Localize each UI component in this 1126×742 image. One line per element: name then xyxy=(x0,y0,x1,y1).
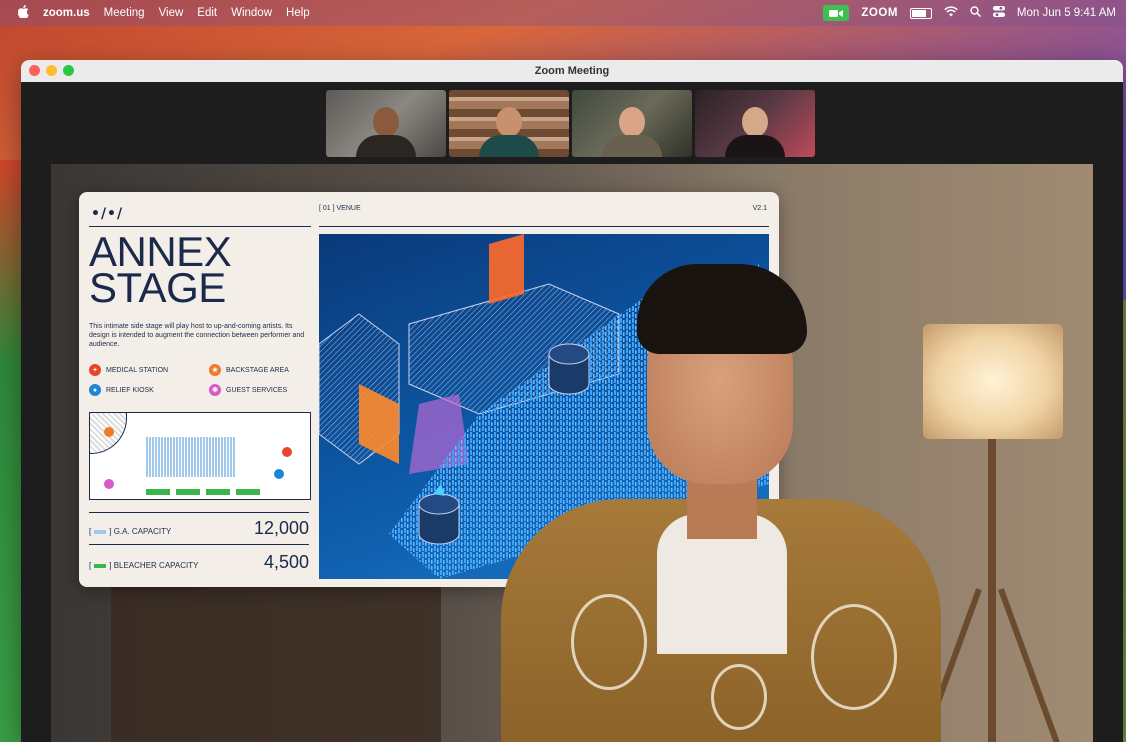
poster-title: ANNEX STAGE xyxy=(89,231,232,311)
legend-label: BACKSTAGE AREA xyxy=(226,366,289,374)
ga-swatch xyxy=(94,529,107,534)
menu-meeting[interactable]: Meeting xyxy=(104,7,145,19)
divider xyxy=(89,512,309,513)
mini-site-map xyxy=(89,412,311,500)
backstage-marker xyxy=(104,427,114,437)
presenter-hair xyxy=(637,264,807,354)
participant-thumbnail[interactable] xyxy=(572,90,692,157)
star-icon: ★ xyxy=(209,364,221,376)
legend-item: ● RELIEF KIOSK xyxy=(89,384,189,396)
menu-view[interactable]: View xyxy=(159,7,184,19)
capacity-row: [] BLEACHER CAPACITY 4,500 xyxy=(89,552,309,572)
zoom-window: Zoom Meeting •/•/ [01] VENUE V2.1 ANNE… xyxy=(21,60,1123,742)
water-drop-icon: ● xyxy=(89,384,101,396)
capacity-value: 4,500 xyxy=(263,552,309,572)
close-window-button[interactable] xyxy=(29,65,40,76)
guest-services-marker xyxy=(104,479,114,489)
poster-logo: •/•/ xyxy=(91,206,124,222)
battery-icon[interactable] xyxy=(909,7,932,19)
participant-thumbnail[interactable] xyxy=(326,90,446,157)
capacity-label: BLEACHER CAPACITY xyxy=(113,561,199,570)
menu-bar: zoom.us Meeting View Edit Window Help ZO… xyxy=(0,0,1126,26)
window-controls xyxy=(29,65,74,76)
minimize-window-button[interactable] xyxy=(46,65,57,76)
divider xyxy=(319,226,769,227)
shirt-embroidery xyxy=(811,604,897,710)
divider xyxy=(89,544,309,545)
legend-label: MEDICAL STATION xyxy=(106,366,169,374)
poster-description: This intimate side stage will play host … xyxy=(89,323,305,348)
bleacher-block xyxy=(206,489,230,495)
capacity-label: G.A. CAPACITY xyxy=(113,527,172,536)
menu-clock[interactable]: Mon Jun 5 9:41 AM xyxy=(1017,7,1116,19)
meeting-content: •/•/ [ 01 ] VENUE V2.1 ANNEX STAGE This … xyxy=(21,82,1123,742)
divider xyxy=(89,226,311,227)
legend-item: ★ BACKSTAGE AREA xyxy=(209,364,309,376)
bleacher-block xyxy=(236,489,260,495)
menu-app-name[interactable]: zoom.us xyxy=(43,7,90,19)
relief-kiosk-marker xyxy=(274,469,284,479)
medical-marker xyxy=(282,447,292,457)
capacity-row: [] G.A. CAPACITY 12,000 xyxy=(89,518,309,538)
version-label: V2.1 xyxy=(752,205,767,212)
active-speaker-video[interactable]: •/•/ [ 01 ] VENUE V2.1 ANNEX STAGE This … xyxy=(51,164,1093,742)
wifi-icon[interactable] xyxy=(944,6,958,20)
capacity-value: 12,000 xyxy=(253,518,309,538)
bleacher-block xyxy=(146,489,170,495)
participant-avatar xyxy=(725,107,785,157)
poster-title-line: STAGE xyxy=(89,264,226,311)
menu-help[interactable]: Help xyxy=(286,7,310,19)
participant-avatar xyxy=(356,107,416,157)
shirt-embroidery xyxy=(711,664,767,730)
lamp-leg xyxy=(998,588,1062,742)
venue-label: [ 01 ] VENUE xyxy=(319,205,361,212)
participant-thumbnail[interactable] xyxy=(449,90,569,157)
zoom-video-icon[interactable] xyxy=(823,5,850,21)
apple-menu-icon[interactable] xyxy=(17,5,29,21)
legend-item: ✱ GUEST SERVICES xyxy=(209,384,309,396)
shirt-embroidery xyxy=(571,594,647,690)
control-center-icon[interactable] xyxy=(992,6,1005,20)
participant-avatar xyxy=(602,107,662,157)
medical-cross-icon: + xyxy=(89,364,101,376)
bleacher-block xyxy=(176,489,200,495)
participant-thumbnail[interactable] xyxy=(695,90,815,157)
participant-strip xyxy=(326,90,815,157)
presenter xyxy=(461,264,961,742)
bleacher-swatch xyxy=(94,563,107,568)
mini-map-crowd xyxy=(146,437,236,477)
zoom-window-button[interactable] xyxy=(63,65,74,76)
poster-legend: + MEDICAL STATION ★ BACKSTAGE AREA ● REL… xyxy=(89,364,314,404)
window-titlebar[interactable]: Zoom Meeting xyxy=(21,60,1123,82)
background-shelf xyxy=(111,574,441,742)
lamp-pole xyxy=(988,439,996,742)
menu-window[interactable]: Window xyxy=(231,7,272,19)
zoom-status-label[interactable]: ZOOM xyxy=(861,7,898,19)
legend-label: RELIEF KIOSK xyxy=(106,386,154,394)
menu-edit[interactable]: Edit xyxy=(197,7,217,19)
asterisk-icon: ✱ xyxy=(209,384,221,396)
legend-item: + MEDICAL STATION xyxy=(89,364,189,376)
legend-label: GUEST SERVICES xyxy=(226,386,288,394)
spotlight-search-icon[interactable] xyxy=(970,6,981,20)
window-title: Zoom Meeting xyxy=(534,65,610,77)
participant-avatar xyxy=(479,107,539,157)
